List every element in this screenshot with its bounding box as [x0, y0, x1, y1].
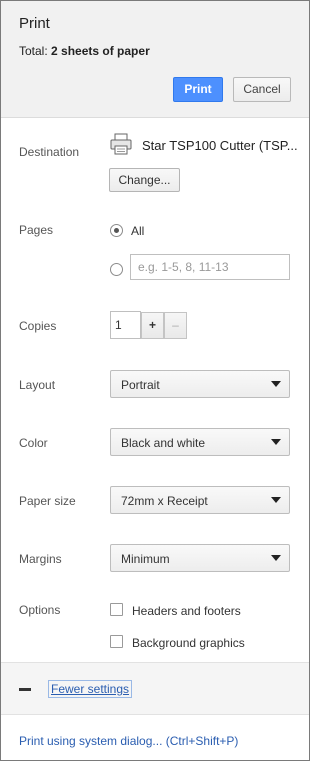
print-header: Print Total: 2 sheets of paper Print Can… — [1, 1, 309, 118]
margins-value: Minimum — [121, 552, 170, 566]
cancel-button[interactable]: Cancel — [233, 77, 291, 102]
background-graphics-label: Background graphics — [132, 636, 245, 650]
print-button[interactable]: Print — [173, 77, 223, 102]
chevron-down-icon — [271, 555, 281, 561]
headers-footers-checkbox[interactable] — [110, 603, 123, 616]
pages-custom-radio[interactable] — [110, 263, 123, 276]
printer-name: Star TSP100 Cutter (TSP... — [142, 138, 298, 153]
copies-label: Copies — [19, 319, 57, 333]
print-preview-panel: Print Total: 2 sheets of paper Print Can… — [0, 0, 310, 761]
background-graphics-checkbox[interactable] — [110, 635, 123, 648]
collapse-icon[interactable] — [19, 688, 31, 691]
system-dialog-link[interactable]: Print using system dialog... (Ctrl+Shift… — [19, 734, 238, 748]
pages-all-radio[interactable] — [110, 224, 123, 237]
margins-label: Margins — [19, 552, 62, 566]
printer-icon — [110, 133, 132, 155]
paper-size-select[interactable]: 72mm x Receipt — [110, 486, 290, 514]
pages-all-label: All — [131, 224, 145, 238]
copies-decrement-button[interactable]: – — [164, 312, 187, 339]
total-value: 2 sheets of paper — [51, 44, 150, 58]
margins-select[interactable]: Minimum — [110, 544, 290, 572]
sheet-total: Total: 2 sheets of paper — [19, 44, 150, 58]
fewer-settings-bar: Fewer settings — [1, 662, 309, 715]
layout-value: Portrait — [121, 378, 160, 392]
pages-range-input[interactable] — [130, 254, 290, 280]
options-label: Options — [19, 603, 61, 617]
destination-label: Destination — [19, 145, 80, 159]
total-prefix: Total: — [19, 44, 48, 58]
paper-size-value: 72mm x Receipt — [121, 494, 208, 508]
headers-footers-label: Headers and footers — [132, 604, 241, 618]
chevron-down-icon — [271, 381, 281, 387]
layout-label: Layout — [19, 378, 56, 392]
pages-label: Pages — [19, 223, 54, 237]
fewer-settings-link[interactable]: Fewer settings — [48, 680, 133, 698]
copies-increment-button[interactable]: + — [141, 312, 164, 339]
copies-input[interactable] — [110, 311, 141, 339]
layout-select[interactable]: Portrait — [110, 370, 290, 398]
paper-size-label: Paper size — [19, 494, 76, 508]
color-select[interactable]: Black and white — [110, 428, 290, 456]
page-title: Print — [19, 15, 50, 32]
color-value: Black and white — [121, 436, 206, 450]
color-label: Color — [19, 436, 48, 450]
chevron-down-icon — [271, 497, 281, 503]
change-destination-button[interactable]: Change... — [109, 168, 180, 192]
chevron-down-icon — [271, 439, 281, 445]
